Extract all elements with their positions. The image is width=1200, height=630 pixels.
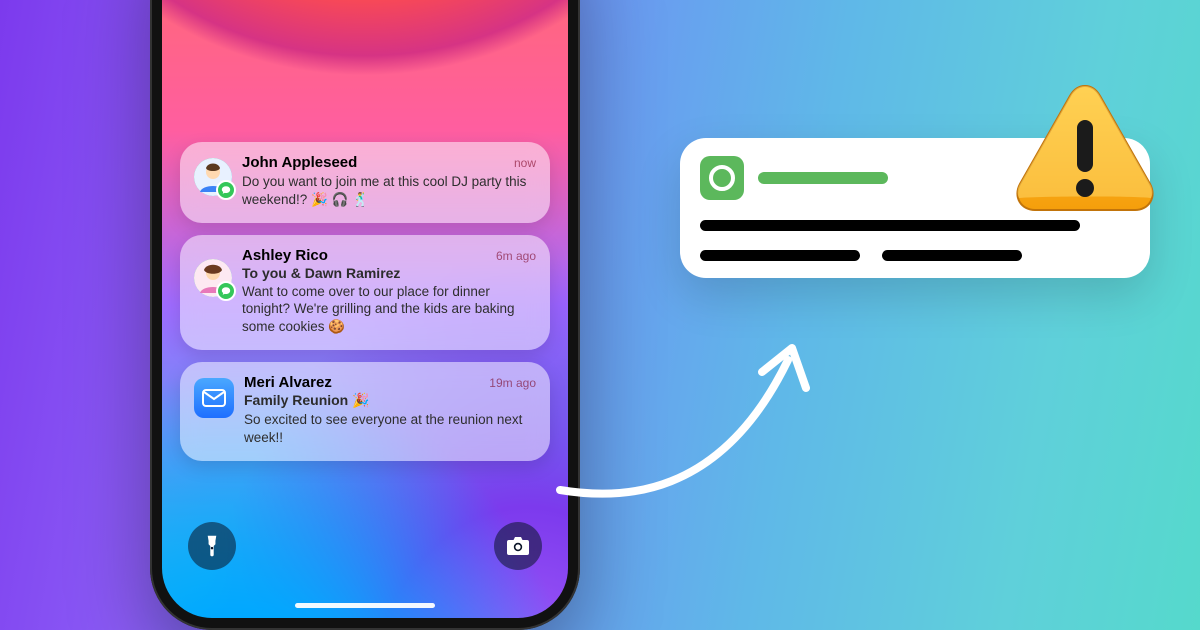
messages-app-icon [700,156,744,200]
iphone-screen: John Appleseed now Do you want to join m… [162,0,568,618]
flashlight-button[interactable] [188,522,236,570]
notification-stack: John Appleseed now Do you want to join m… [180,142,550,461]
iphone-frame: John Appleseed now Do you want to join m… [150,0,580,630]
messages-badge-icon [216,180,236,200]
contact-avatar [194,259,232,297]
notification-body: John Appleseed now Do you want to join m… [242,154,536,209]
placeholder-line [700,250,860,261]
notification-subject: Family Reunion 🎉 [244,392,536,409]
notification-message: Want to come over to our place for dinne… [242,283,536,336]
contact-avatar [194,158,232,196]
arrow-icon [540,300,860,520]
illustration-canvas: John Appleseed now Do you want to join m… [0,0,1200,630]
camera-button[interactable] [494,522,542,570]
notification-time: 6m ago [496,249,536,263]
notification-body: Meri Alvarez 19m ago Family Reunion 🎉 So… [244,374,536,447]
notification-subtitle: To you & Dawn Ramirez [242,265,536,281]
placeholder-line [882,250,1022,261]
notification-message: Do you want to join me at this cool DJ p… [242,173,536,209]
notification-card[interactable]: Ashley Rico 6m ago To you & Dawn Ramirez… [180,235,550,350]
notification-card[interactable]: Meri Alvarez 19m ago Family Reunion 🎉 So… [180,362,550,461]
notification-card[interactable]: John Appleseed now Do you want to join m… [180,142,550,223]
notification-sender: Meri Alvarez [244,374,332,391]
notification-sender: Ashley Rico [242,247,328,264]
notification-body: Ashley Rico 6m ago To you & Dawn Ramirez… [242,247,536,336]
home-indicator [295,603,435,608]
notification-time: now [514,156,536,170]
placeholder-title [758,172,888,184]
notification-time: 19m ago [489,376,536,390]
notification-message: So excited to see everyone at the reunio… [244,411,536,447]
mail-app-icon [194,378,234,418]
placeholder-line [700,220,1080,231]
lock-screen-quick-actions [188,522,542,570]
messages-badge-icon [216,281,236,301]
notification-sender: John Appleseed [242,154,357,171]
warning-icon [1010,78,1160,218]
